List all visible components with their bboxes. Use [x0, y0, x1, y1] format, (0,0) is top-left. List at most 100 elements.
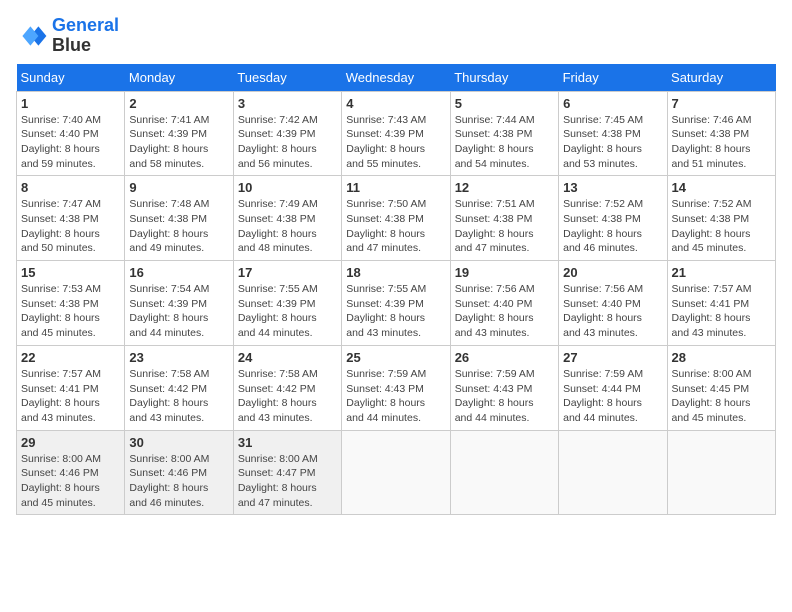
calendar-cell: 14 Sunrise: 7:52 AMSunset: 4:38 PMDaylig… [667, 176, 775, 261]
day-number: 6 [563, 96, 662, 111]
calendar-cell: 30 Sunrise: 8:00 AMSunset: 4:46 PMDaylig… [125, 430, 233, 515]
cell-content: Sunrise: 7:53 AMSunset: 4:38 PMDaylight:… [21, 282, 120, 341]
cell-content: Sunrise: 7:52 AMSunset: 4:38 PMDaylight:… [672, 197, 771, 256]
cell-content: Sunrise: 7:45 AMSunset: 4:38 PMDaylight:… [563, 113, 662, 172]
calendar-cell [667, 430, 775, 515]
col-header-friday: Friday [559, 64, 667, 92]
cell-content: Sunrise: 8:00 AMSunset: 4:46 PMDaylight:… [129, 452, 228, 511]
cell-content: Sunrise: 7:41 AMSunset: 4:39 PMDaylight:… [129, 113, 228, 172]
day-number: 18 [346, 265, 445, 280]
calendar-cell: 16 Sunrise: 7:54 AMSunset: 4:39 PMDaylig… [125, 261, 233, 346]
cell-content: Sunrise: 7:59 AMSunset: 4:43 PMDaylight:… [346, 367, 445, 426]
day-number: 12 [455, 180, 554, 195]
day-number: 26 [455, 350, 554, 365]
calendar-cell: 6 Sunrise: 7:45 AMSunset: 4:38 PMDayligh… [559, 91, 667, 176]
logo: General Blue [16, 16, 119, 56]
col-header-thursday: Thursday [450, 64, 558, 92]
cell-content: Sunrise: 8:00 AMSunset: 4:46 PMDaylight:… [21, 452, 120, 511]
calendar-cell: 15 Sunrise: 7:53 AMSunset: 4:38 PMDaylig… [17, 261, 125, 346]
day-number: 28 [672, 350, 771, 365]
day-number: 4 [346, 96, 445, 111]
cell-content: Sunrise: 7:55 AMSunset: 4:39 PMDaylight:… [346, 282, 445, 341]
cell-content: Sunrise: 7:56 AMSunset: 4:40 PMDaylight:… [455, 282, 554, 341]
cell-content: Sunrise: 7:52 AMSunset: 4:38 PMDaylight:… [563, 197, 662, 256]
calendar-cell: 29 Sunrise: 8:00 AMSunset: 4:46 PMDaylig… [17, 430, 125, 515]
page-header: General Blue [16, 16, 776, 56]
cell-content: Sunrise: 7:48 AMSunset: 4:38 PMDaylight:… [129, 197, 228, 256]
calendar-cell [342, 430, 450, 515]
cell-content: Sunrise: 7:46 AMSunset: 4:38 PMDaylight:… [672, 113, 771, 172]
cell-content: Sunrise: 7:59 AMSunset: 4:43 PMDaylight:… [455, 367, 554, 426]
calendar-cell [559, 430, 667, 515]
calendar-cell: 18 Sunrise: 7:55 AMSunset: 4:39 PMDaylig… [342, 261, 450, 346]
calendar-cell: 23 Sunrise: 7:58 AMSunset: 4:42 PMDaylig… [125, 345, 233, 430]
day-number: 1 [21, 96, 120, 111]
cell-content: Sunrise: 7:50 AMSunset: 4:38 PMDaylight:… [346, 197, 445, 256]
cell-content: Sunrise: 7:47 AMSunset: 4:38 PMDaylight:… [21, 197, 120, 256]
day-number: 14 [672, 180, 771, 195]
cell-content: Sunrise: 7:57 AMSunset: 4:41 PMDaylight:… [672, 282, 771, 341]
day-number: 23 [129, 350, 228, 365]
day-number: 11 [346, 180, 445, 195]
day-number: 22 [21, 350, 120, 365]
cell-content: Sunrise: 7:57 AMSunset: 4:41 PMDaylight:… [21, 367, 120, 426]
week-row-2: 8 Sunrise: 7:47 AMSunset: 4:38 PMDayligh… [17, 176, 776, 261]
cell-content: Sunrise: 7:44 AMSunset: 4:38 PMDaylight:… [455, 113, 554, 172]
cell-content: Sunrise: 7:42 AMSunset: 4:39 PMDaylight:… [238, 113, 337, 172]
day-number: 21 [672, 265, 771, 280]
calendar-cell: 13 Sunrise: 7:52 AMSunset: 4:38 PMDaylig… [559, 176, 667, 261]
calendar-cell: 19 Sunrise: 7:56 AMSunset: 4:40 PMDaylig… [450, 261, 558, 346]
week-row-1: 1 Sunrise: 7:40 AMSunset: 4:40 PMDayligh… [17, 91, 776, 176]
calendar-cell: 1 Sunrise: 7:40 AMSunset: 4:40 PMDayligh… [17, 91, 125, 176]
col-header-sunday: Sunday [17, 64, 125, 92]
cell-content: Sunrise: 7:49 AMSunset: 4:38 PMDaylight:… [238, 197, 337, 256]
calendar-cell: 25 Sunrise: 7:59 AMSunset: 4:43 PMDaylig… [342, 345, 450, 430]
calendar-cell: 24 Sunrise: 7:58 AMSunset: 4:42 PMDaylig… [233, 345, 341, 430]
day-number: 15 [21, 265, 120, 280]
day-number: 5 [455, 96, 554, 111]
day-number: 25 [346, 350, 445, 365]
week-row-3: 15 Sunrise: 7:53 AMSunset: 4:38 PMDaylig… [17, 261, 776, 346]
calendar-cell: 7 Sunrise: 7:46 AMSunset: 4:38 PMDayligh… [667, 91, 775, 176]
week-row-4: 22 Sunrise: 7:57 AMSunset: 4:41 PMDaylig… [17, 345, 776, 430]
calendar-cell: 27 Sunrise: 7:59 AMSunset: 4:44 PMDaylig… [559, 345, 667, 430]
logo-icon [16, 20, 48, 52]
day-number: 16 [129, 265, 228, 280]
cell-content: Sunrise: 7:43 AMSunset: 4:39 PMDaylight:… [346, 113, 445, 172]
col-header-saturday: Saturday [667, 64, 775, 92]
day-number: 7 [672, 96, 771, 111]
cell-content: Sunrise: 7:59 AMSunset: 4:44 PMDaylight:… [563, 367, 662, 426]
cell-content: Sunrise: 7:55 AMSunset: 4:39 PMDaylight:… [238, 282, 337, 341]
day-number: 31 [238, 435, 337, 450]
calendar-cell: 10 Sunrise: 7:49 AMSunset: 4:38 PMDaylig… [233, 176, 341, 261]
day-number: 27 [563, 350, 662, 365]
calendar-cell [450, 430, 558, 515]
calendar-table: SundayMondayTuesdayWednesdayThursdayFrid… [16, 64, 776, 516]
day-number: 13 [563, 180, 662, 195]
day-number: 29 [21, 435, 120, 450]
cell-content: Sunrise: 7:51 AMSunset: 4:38 PMDaylight:… [455, 197, 554, 256]
calendar-cell: 20 Sunrise: 7:56 AMSunset: 4:40 PMDaylig… [559, 261, 667, 346]
cell-content: Sunrise: 8:00 AMSunset: 4:45 PMDaylight:… [672, 367, 771, 426]
logo-text: General Blue [52, 16, 119, 56]
day-number: 2 [129, 96, 228, 111]
col-header-monday: Monday [125, 64, 233, 92]
calendar-cell: 31 Sunrise: 8:00 AMSunset: 4:47 PMDaylig… [233, 430, 341, 515]
calendar-cell: 11 Sunrise: 7:50 AMSunset: 4:38 PMDaylig… [342, 176, 450, 261]
cell-content: Sunrise: 7:40 AMSunset: 4:40 PMDaylight:… [21, 113, 120, 172]
calendar-cell: 17 Sunrise: 7:55 AMSunset: 4:39 PMDaylig… [233, 261, 341, 346]
calendar-header-row: SundayMondayTuesdayWednesdayThursdayFrid… [17, 64, 776, 92]
calendar-cell: 9 Sunrise: 7:48 AMSunset: 4:38 PMDayligh… [125, 176, 233, 261]
calendar-cell: 21 Sunrise: 7:57 AMSunset: 4:41 PMDaylig… [667, 261, 775, 346]
day-number: 3 [238, 96, 337, 111]
col-header-tuesday: Tuesday [233, 64, 341, 92]
calendar-cell: 22 Sunrise: 7:57 AMSunset: 4:41 PMDaylig… [17, 345, 125, 430]
day-number: 17 [238, 265, 337, 280]
day-number: 19 [455, 265, 554, 280]
cell-content: Sunrise: 7:58 AMSunset: 4:42 PMDaylight:… [129, 367, 228, 426]
day-number: 20 [563, 265, 662, 280]
calendar-cell: 26 Sunrise: 7:59 AMSunset: 4:43 PMDaylig… [450, 345, 558, 430]
calendar-cell: 4 Sunrise: 7:43 AMSunset: 4:39 PMDayligh… [342, 91, 450, 176]
cell-content: Sunrise: 7:58 AMSunset: 4:42 PMDaylight:… [238, 367, 337, 426]
cell-content: Sunrise: 8:00 AMSunset: 4:47 PMDaylight:… [238, 452, 337, 511]
